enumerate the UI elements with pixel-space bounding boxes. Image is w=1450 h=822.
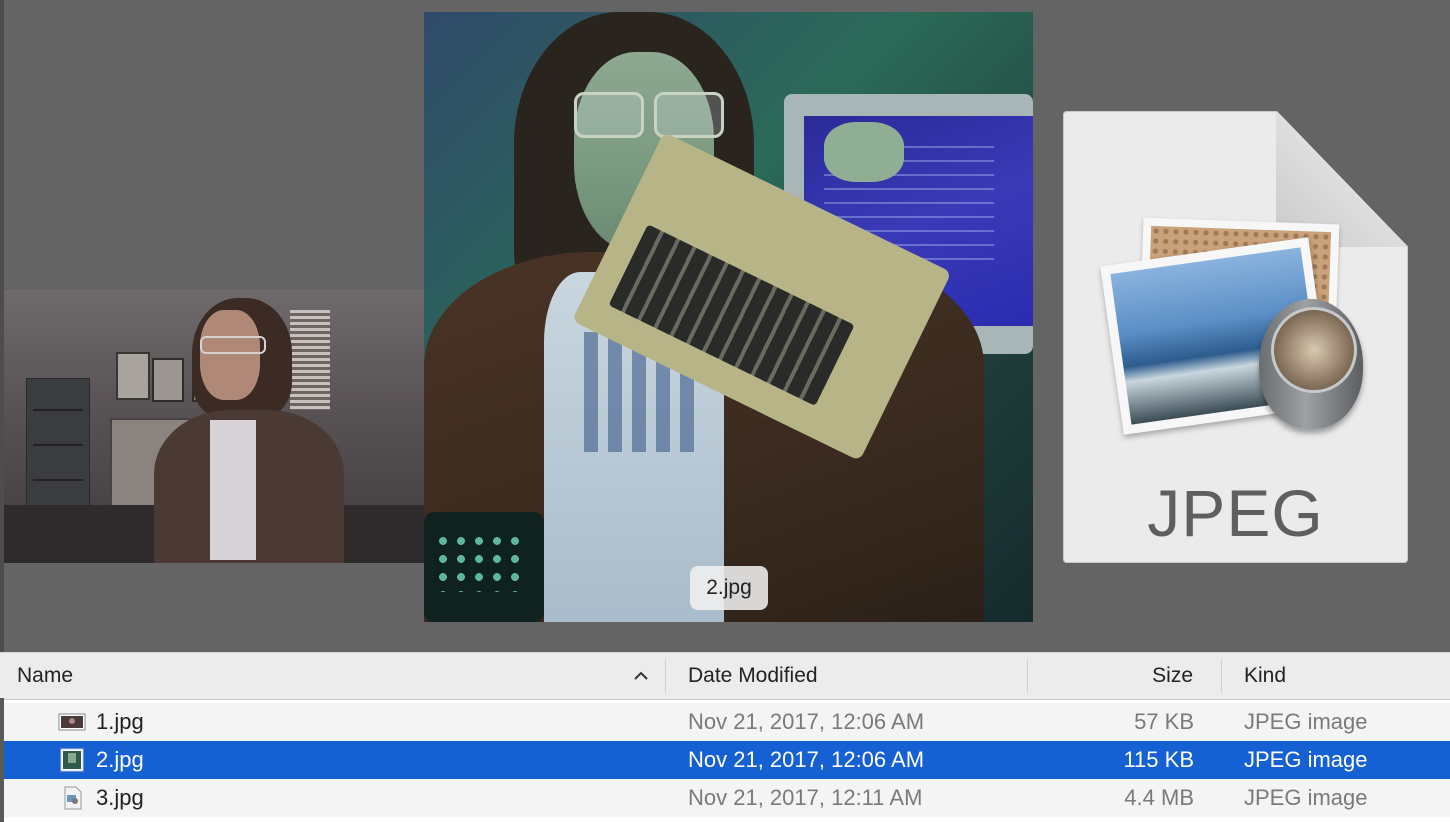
file-kind: JPEG image — [1244, 785, 1368, 810]
file-size: 115 KB — [1123, 747, 1194, 772]
cover-flow-view[interactable]: 2.jpg JPEG — [0, 0, 1450, 652]
file-size: 4.4 MB — [1124, 785, 1194, 810]
file-size: 57 KB — [1134, 709, 1194, 734]
file-name: 1.jpg — [96, 709, 144, 734]
cover-flow-item-3[interactable]: JPEG — [1063, 111, 1408, 563]
cover-flow-item-2[interactable] — [424, 12, 1033, 622]
file-name: 3.jpg — [96, 785, 144, 810]
wall-frame — [152, 358, 184, 402]
person-hand — [824, 122, 904, 182]
column-separator[interactable] — [1221, 659, 1222, 693]
jpeg-document-icon — [64, 786, 82, 810]
window-blinds — [290, 310, 330, 410]
person-glasses — [200, 336, 266, 354]
cover-flow-caption: 2.jpg — [690, 566, 768, 610]
file-date-modified: Nov 21, 2017, 12:06 AM — [688, 747, 925, 772]
column-header-kind[interactable]: Kind — [1244, 653, 1286, 699]
column-header-size[interactable]: Size — [1080, 653, 1193, 699]
keypad-controller — [424, 512, 544, 622]
person-shirt — [210, 420, 256, 560]
list-item-selected[interactable]: 2.jpg Nov 21, 2017, 12:06 AM 115 KB JPEG… — [4, 741, 1450, 779]
file-date-modified: Nov 21, 2017, 12:06 AM — [688, 709, 925, 734]
column-separator[interactable] — [665, 659, 666, 693]
column-header-date-modified[interactable]: Date Modified — [688, 653, 818, 699]
list-item[interactable]: 1.jpg Nov 21, 2017, 12:06 AM 57 KB JPEG … — [4, 703, 1450, 741]
list-item[interactable]: 3.jpg Nov 21, 2017, 12:11 AM 4.4 MB JPEG… — [4, 779, 1450, 817]
file-kind: JPEG image — [1244, 747, 1368, 772]
cover-flow-item-1[interactable] — [4, 290, 424, 563]
image-thumbnail-icon — [60, 748, 84, 772]
column-separator[interactable] — [1027, 659, 1028, 693]
preview-lens-icon — [1259, 299, 1363, 429]
sort-ascending-icon[interactable] — [632, 667, 650, 685]
file-name: 2.jpg — [96, 747, 144, 772]
list-header: Name Date Modified Size Kind — [0, 652, 1450, 700]
file-date-modified: Nov 21, 2017, 12:11 AM — [688, 785, 923, 810]
file-kind: JPEG image — [1244, 709, 1368, 734]
person-face — [200, 310, 260, 400]
file-list[interactable]: Name Date Modified Size Kind 1.jpg Nov 2… — [0, 652, 1450, 822]
jpeg-label: JPEG — [1147, 476, 1324, 550]
image-thumbnail-icon — [58, 713, 86, 731]
person-glasses — [574, 92, 724, 138]
column-header-name[interactable]: Name — [17, 653, 73, 699]
wall-frame — [116, 352, 150, 400]
